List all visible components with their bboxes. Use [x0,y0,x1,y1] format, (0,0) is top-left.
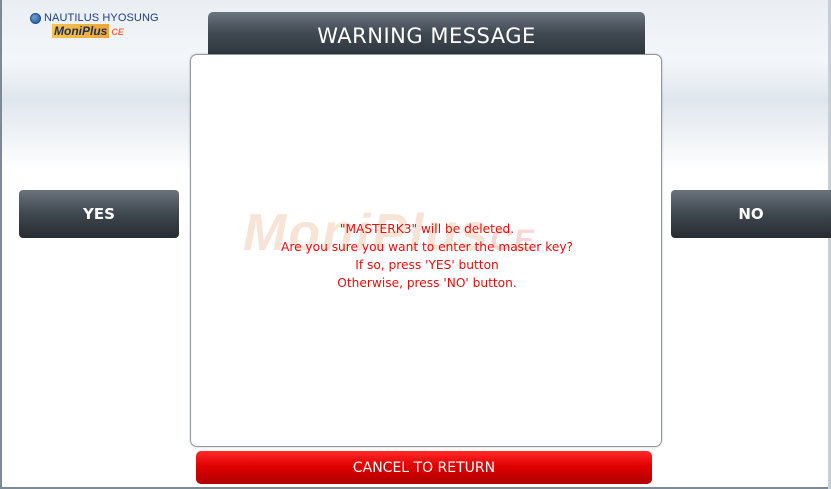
message-line: Otherwise, press 'NO' button. [337,276,517,290]
logo-brand-row: NAUTILUS HYOSUNG [30,12,180,24]
message-line: "MASTERK3" will be deleted. [339,222,515,236]
cancel-to-return-button[interactable]: CANCEL TO RETURN [196,451,652,484]
message-line: Are you sure you want to enter the maste… [280,240,573,254]
logo: NAUTILUS HYOSUNG MoniPlus CE [30,12,180,42]
page-title: WARNING MESSAGE [317,24,536,48]
title-bar: WARNING MESSAGE [208,12,645,58]
logo-product: MoniPlus [52,24,110,38]
logo-brand: NAUTILUS HYOSUNG [44,12,159,24]
warning-message: "MASTERK3" will be deleted. Are you sure… [191,220,663,292]
message-panel: MoniPlusCE "MASTERK3" will be deleted. A… [190,54,662,447]
logo-product-row: MoniPlus CE [52,24,180,38]
message-line: If so, press 'YES' button [355,258,499,272]
yes-button[interactable]: YES [19,190,179,238]
no-button[interactable]: NO [671,190,831,238]
globe-icon [30,12,41,24]
logo-product-suffix: CE [111,27,124,37]
